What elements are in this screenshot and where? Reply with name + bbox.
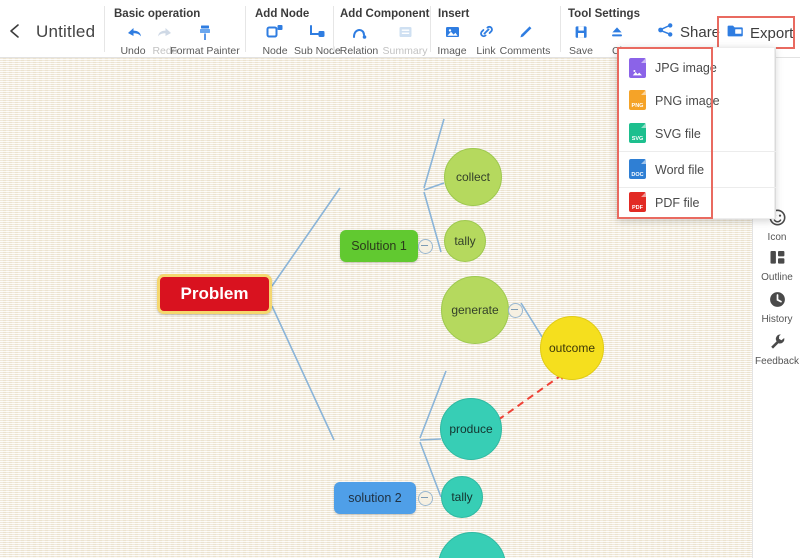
node-solution-1-label: Solution 1	[351, 239, 407, 253]
export-menu-item-jpg[interactable]: JPG image	[618, 51, 776, 85]
add-summary-button[interactable]: Summary	[382, 24, 428, 57]
cloud-upload-icon	[594, 24, 640, 44]
format-painter-icon	[170, 24, 240, 44]
export-menu-item-word-label: Word file	[655, 163, 705, 177]
jpg-file-icon	[629, 58, 646, 78]
export-button[interactable]: Export	[723, 20, 796, 46]
node-collect-label: collect	[455, 170, 490, 184]
node-tally-1[interactable]: tally	[444, 220, 486, 262]
toolbar-group-add-node: Add Node Node Sub Node	[252, 0, 341, 58]
back-chevron-icon	[10, 24, 19, 38]
toolbar-group-basic-operation: Basic operation Undo Redo Format Painter	[114, 0, 244, 58]
relation-arrow	[497, 373, 564, 421]
word-file-icon: DOC	[629, 159, 646, 179]
format-painter-button[interactable]: Format Painter	[170, 24, 240, 57]
export-menu: JPG image PNG PNG image SVG SVG file DOC…	[617, 47, 776, 220]
add-node-button[interactable]: Node	[252, 24, 298, 57]
toolbar-group-add-component: Add Component Relation Summary	[340, 0, 440, 58]
share-button[interactable]: Share	[657, 20, 720, 44]
collapse-toggle-solution-1[interactable]	[418, 239, 433, 254]
clock-icon	[753, 290, 800, 312]
export-menu-item-pdf-label: PDF file	[655, 196, 700, 210]
pdf-file-icon: PDF	[629, 192, 646, 212]
share-label: Share	[680, 23, 721, 41]
sidebar-item-outline[interactable]: Outline	[753, 248, 800, 283]
toolbar-divider	[333, 6, 334, 52]
sidebar-item-history-label: History	[761, 314, 793, 325]
outline-icon	[753, 248, 800, 270]
share-nodes-icon	[657, 22, 675, 43]
relation-icon	[336, 24, 382, 44]
export-menu-item-svg[interactable]: SVG SVG file	[618, 117, 776, 151]
group-title-tool-settings: Tool Settings	[568, 8, 640, 20]
summary-icon	[382, 24, 428, 44]
export-menu-item-jpg-label: JPG image	[655, 61, 717, 75]
group-title-add-node: Add Node	[255, 8, 310, 20]
export-menu-item-png[interactable]: PNG PNG image	[618, 84, 776, 118]
add-node-label: Node	[262, 45, 288, 57]
insert-comments-button[interactable]: Comments	[490, 24, 560, 57]
node-solution-2[interactable]: solution 2	[334, 482, 416, 514]
export-menu-item-word[interactable]: DOC Word file	[618, 153, 776, 187]
comments-icon	[490, 24, 560, 44]
node-solution-1[interactable]: Solution 1	[340, 230, 418, 262]
node-solution-2-label: solution 2	[348, 491, 402, 505]
node-outcome[interactable]: outcome	[540, 316, 604, 380]
node-produce-label: produce	[449, 422, 493, 436]
wrench-icon	[753, 332, 800, 354]
node-collect[interactable]: collect	[444, 148, 502, 206]
node-tally-1-label: tally	[454, 234, 476, 248]
export-folder-icon	[726, 23, 745, 44]
format-painter-label: Format Painter	[170, 45, 240, 57]
sidebar-item-feedback-label: Feedback	[755, 356, 799, 367]
sidebar-item-history[interactable]: History	[753, 290, 800, 325]
document-title[interactable]: Untitled	[36, 22, 95, 42]
node-generate-1[interactable]: generate	[441, 276, 509, 344]
mindmap-app-window: Untitled Basic operation Undo Redo Forma…	[0, 0, 800, 558]
toolbar-group-insert: Insert Image Link Comments	[437, 0, 560, 58]
add-relation-label: Relation	[339, 45, 379, 57]
node-tally-2[interactable]: tally	[441, 476, 483, 518]
export-menu-divider	[618, 151, 776, 152]
svg-file-icon: SVG	[629, 123, 646, 143]
toolbar-divider	[104, 6, 105, 52]
sidebar-item-icon-label: Icon	[767, 232, 787, 243]
node-icon	[252, 24, 298, 44]
node-outcome-label: outcome	[548, 341, 596, 355]
png-file-icon: PNG	[629, 90, 646, 110]
group-title-insert: Insert	[438, 8, 470, 20]
toolbar-divider	[245, 6, 246, 52]
export-menu-item-png-label: PNG image	[655, 94, 720, 108]
node-problem-label: Problem	[180, 284, 249, 303]
back-button[interactable]	[6, 22, 24, 40]
sidebar-item-feedback[interactable]: Feedback	[753, 332, 800, 367]
collapse-toggle-generate-1[interactable]	[508, 303, 523, 318]
export-menu-item-pdf[interactable]: PDF PDF file	[618, 186, 776, 220]
collapse-toggle-solution-2[interactable]	[418, 491, 433, 506]
add-relation-button[interactable]: Relation	[336, 24, 382, 57]
group-title-add-component: Add Component	[340, 8, 430, 20]
node-generate-1-label: generate	[451, 303, 499, 317]
export-label: Export	[750, 24, 794, 42]
export-menu-item-svg-label: SVG file	[655, 127, 701, 141]
add-summary-label: Summary	[382, 45, 428, 57]
node-problem[interactable]: Problem	[157, 274, 272, 314]
insert-comments-label: Comments	[499, 45, 551, 57]
node-tally-2-label: tally	[451, 490, 473, 504]
sidebar-item-outline-label: Outline	[761, 272, 793, 283]
node-produce[interactable]: produce	[440, 398, 502, 460]
group-title-basic-operation: Basic operation	[114, 8, 201, 20]
